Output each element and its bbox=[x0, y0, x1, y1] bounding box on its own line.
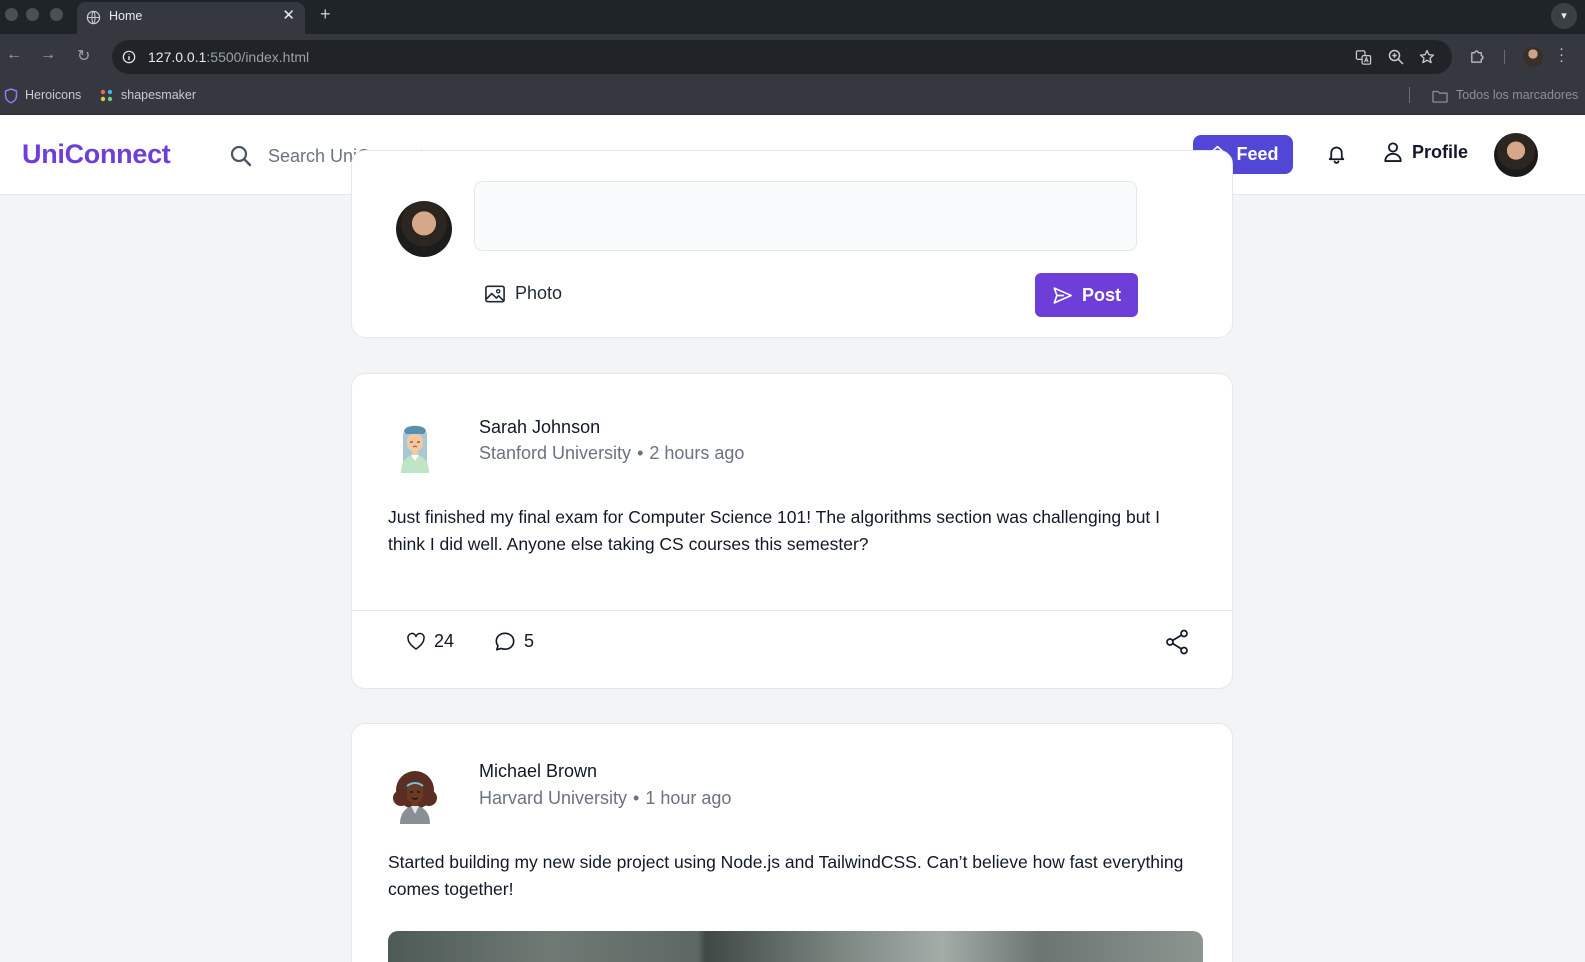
bell-icon[interactable] bbox=[1326, 143, 1347, 165]
author-avatar[interactable] bbox=[387, 417, 443, 473]
address-bar[interactable]: 127.0.0.1:5500/index.html bbox=[112, 40, 1452, 74]
post-meta: Harvard University • 1 hour ago bbox=[479, 788, 731, 809]
author-university: Harvard University bbox=[479, 788, 628, 808]
comment-count: 5 bbox=[524, 631, 535, 651]
address-url: 127.0.0.1:5500/index.html bbox=[148, 49, 310, 65]
author-university: Stanford University bbox=[479, 443, 632, 463]
share-icon[interactable] bbox=[1165, 629, 1189, 655]
forward-arrow-icon[interactable]: → bbox=[40, 46, 56, 64]
post-submit-button[interactable]: Post bbox=[1035, 273, 1138, 317]
meta-separator: • bbox=[633, 788, 640, 808]
profile-nav-label: Profile bbox=[1412, 141, 1469, 162]
post-timestamp: 2 hours ago bbox=[649, 443, 745, 463]
browser-profile-avatar[interactable] bbox=[1523, 47, 1543, 67]
meta-separator: • bbox=[637, 443, 644, 463]
shapesmaker-dots-icon bbox=[100, 89, 113, 102]
globe-icon bbox=[86, 10, 101, 25]
heart-icon bbox=[407, 632, 425, 650]
tab-search-chevron-icon[interactable]: ▾ bbox=[1551, 3, 1577, 29]
browser-tab-strip: Home ✕ + ▾ bbox=[0, 0, 1585, 34]
bookmark-star-icon[interactable] bbox=[1419, 49, 1435, 65]
bookmark-shapesmaker[interactable]: shapesmaker bbox=[121, 88, 196, 102]
more-menu-icon[interactable]: · · · bbox=[1559, 41, 1564, 68]
user-icon bbox=[1384, 142, 1402, 162]
bookmarks-divider bbox=[1409, 87, 1410, 103]
window-close-button[interactable] bbox=[5, 8, 18, 21]
browser-tab-home[interactable]: Home ✕ bbox=[77, 2, 305, 34]
window-minimize-button[interactable] bbox=[26, 8, 39, 21]
new-tab-button[interactable]: + bbox=[320, 4, 331, 25]
search-icon bbox=[230, 145, 252, 167]
like-count: 24 bbox=[434, 631, 455, 651]
post-divider bbox=[352, 610, 1232, 611]
author-name[interactable]: Sarah Johnson bbox=[479, 417, 600, 438]
reload-icon[interactable]: ↻ bbox=[77, 46, 90, 66]
post-composer: Photo Post bbox=[351, 150, 1233, 338]
app-logo[interactable]: UniConnect bbox=[22, 139, 171, 170]
all-bookmarks-link[interactable]: Todos los marcadores bbox=[1456, 88, 1578, 102]
author-avatar[interactable] bbox=[387, 768, 443, 824]
feed-nav-label: Feed bbox=[1236, 144, 1279, 164]
tab-close-icon[interactable]: ✕ bbox=[282, 6, 295, 24]
send-icon bbox=[1053, 286, 1072, 304]
post-text: Just finished my final exam for Computer… bbox=[388, 507, 1161, 554]
post-meta: Stanford University • 2 hours ago bbox=[479, 443, 744, 464]
post-card: Sarah Johnson Stanford University • 2 hour… bbox=[351, 373, 1233, 689]
composer-textarea[interactable] bbox=[474, 181, 1137, 251]
tab-title: Home bbox=[109, 9, 143, 23]
photo-icon bbox=[485, 284, 505, 303]
like-button[interactable]: 24 bbox=[406, 631, 454, 652]
post-image[interactable] bbox=[388, 931, 1203, 962]
extensions-puzzle-icon[interactable] bbox=[1469, 48, 1486, 65]
comment-icon bbox=[495, 632, 515, 651]
site-info-icon[interactable] bbox=[122, 50, 136, 64]
add-photo-button[interactable]: Photo bbox=[484, 283, 562, 304]
post-timestamp: 1 hour ago bbox=[645, 788, 732, 808]
author-name[interactable]: Michael Brown bbox=[479, 761, 597, 782]
zoom-icon[interactable] bbox=[1388, 49, 1404, 65]
back-arrow-icon[interactable]: ← bbox=[6, 46, 22, 64]
translate-icon[interactable] bbox=[1355, 49, 1372, 66]
shield-icon bbox=[4, 88, 18, 104]
post-text: Started building my new side project usi… bbox=[388, 852, 1184, 899]
composer-avatar bbox=[396, 201, 452, 257]
toolbar-divider bbox=[1504, 50, 1505, 64]
window-maximize-button[interactable] bbox=[50, 8, 63, 21]
post-submit-label: Post bbox=[1081, 284, 1121, 305]
user-avatar[interactable] bbox=[1494, 133, 1538, 177]
post-card: Michael Brown Harvard University • 1 hour … bbox=[351, 723, 1233, 962]
profile-nav-link[interactable]: Profile bbox=[1383, 141, 1468, 163]
folder-icon bbox=[1432, 90, 1448, 103]
comment-button[interactable]: 5 bbox=[494, 631, 534, 652]
add-photo-label: Photo bbox=[515, 283, 563, 303]
bookmark-heroicons[interactable]: Heroicons bbox=[25, 88, 81, 102]
bookmarks-bar: Heroicons shapesmaker Todos los marcador… bbox=[0, 79, 1585, 115]
browser-toolbar: ← → ↻ 127.0.0.1:5500/index.html · · · bbox=[0, 34, 1585, 79]
